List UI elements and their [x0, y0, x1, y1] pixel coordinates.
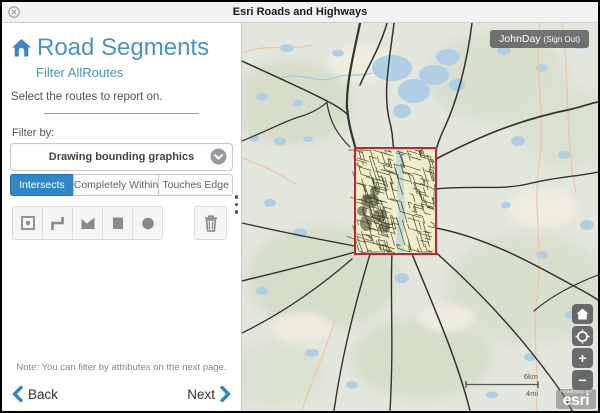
close-icon[interactable] [8, 6, 20, 18]
draw-polyline-button[interactable] [42, 206, 73, 240]
filter-by-label: Filter by: [12, 127, 241, 139]
draw-rectangle-button[interactable] [102, 206, 133, 240]
divider [44, 113, 199, 114]
username-label: JohnDay [499, 33, 540, 45]
panel-drag-handle[interactable] [235, 195, 239, 214]
panel-header: Road Segments [11, 34, 233, 62]
filter-method-dropdown[interactable]: Drawing bounding graphics [10, 143, 233, 171]
zoom-in-button[interactable]: + [572, 348, 593, 368]
toolbar-spacer [163, 206, 194, 240]
polyline-icon [49, 214, 67, 232]
next-button[interactable]: Next [187, 386, 231, 402]
page-title: Road Segments [37, 34, 209, 62]
draw-toolbar [10, 206, 233, 240]
user-badge[interactable]: JohnDay (Sign Out) [490, 30, 589, 48]
zoom-out-button[interactable]: − [572, 370, 593, 390]
plus-icon: + [578, 351, 586, 365]
left-panel: Road Segments Filter AllRoutes Select th… [2, 23, 242, 411]
rectangle-icon [109, 214, 127, 232]
polygon-icon [79, 214, 97, 232]
minus-icon: − [578, 373, 586, 387]
tab-completely-within[interactable]: Completely Within [73, 174, 160, 196]
trash-icon [202, 214, 220, 233]
home-widget-icon [11, 38, 32, 58]
note-text: Note: You can filter by attributes on th… [2, 362, 241, 373]
sign-out-link[interactable]: (Sign Out) [544, 35, 580, 44]
home-icon [576, 308, 589, 320]
clear-graphics-button[interactable] [194, 206, 227, 240]
chevron-down-icon [210, 148, 227, 165]
window-titlebar: Esri Roads and Highways [2, 2, 598, 23]
map-controls: + − [572, 304, 593, 390]
draw-circle-button[interactable] [132, 206, 163, 240]
next-label: Next [187, 387, 215, 402]
draw-polygon-button[interactable] [72, 206, 103, 240]
chevron-right-icon [220, 386, 231, 402]
spatial-filter-tabs: Intersects Completely Within Touches Edg… [10, 174, 233, 196]
basemap-svg [242, 23, 598, 411]
locate-icon [575, 329, 590, 344]
locate-button[interactable] [572, 326, 593, 346]
tab-touches-edge[interactable]: Touches Edge [158, 174, 233, 196]
draw-point-button[interactable] [12, 206, 43, 240]
description-text: Select the routes to report on. [11, 91, 233, 103]
back-button[interactable]: Back [12, 386, 58, 402]
chevron-left-icon [12, 386, 23, 402]
map-canvas[interactable]: JohnDay (Sign Out) + − [242, 23, 598, 411]
wizard-nav: Back Next [12, 386, 231, 402]
home-button[interactable] [572, 304, 593, 324]
filter-allroutes-link[interactable]: Filter AllRoutes [36, 65, 241, 80]
back-label: Back [28, 387, 58, 402]
esri-logo: esri [560, 393, 592, 409]
app-window: Esri Roads and Highways Road Segments Fi… [0, 0, 600, 413]
esri-attribution: POWERED BY esri [556, 389, 596, 409]
circle-icon [139, 214, 157, 232]
tab-intersects[interactable]: Intersects [10, 174, 74, 196]
window-title: Esri Roads and Highways [2, 6, 598, 18]
dropdown-selected-value: Drawing bounding graphics [49, 151, 194, 163]
point-icon [19, 214, 37, 232]
